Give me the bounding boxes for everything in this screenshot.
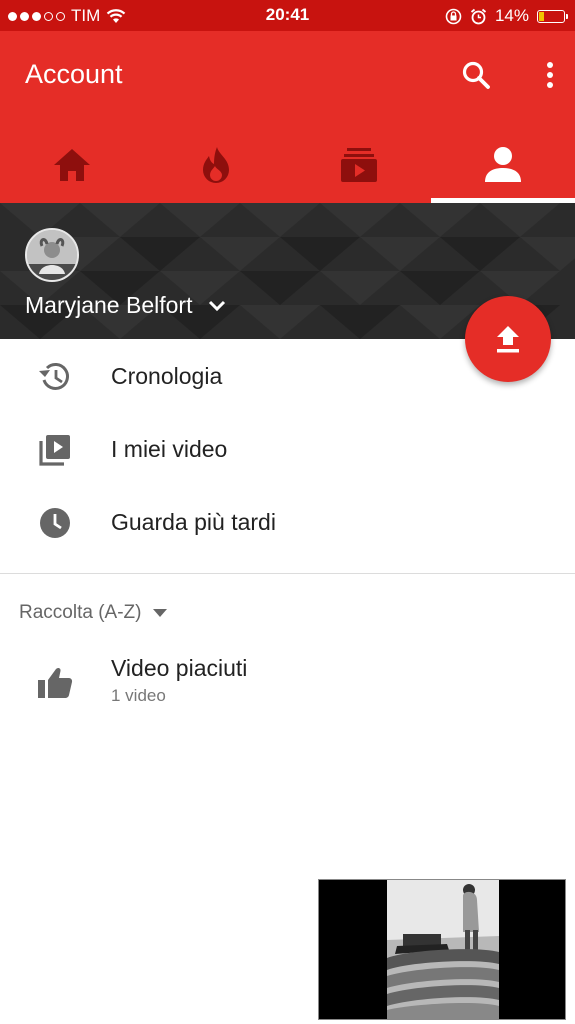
battery-icon (537, 9, 568, 23)
tab-trending[interactable] (144, 127, 288, 203)
menu-item-label: Guarda più tardi (111, 509, 276, 535)
my-videos-icon (38, 433, 72, 467)
mini-player-video (387, 880, 499, 1019)
account-icon (485, 147, 522, 182)
tab-bar (0, 127, 575, 203)
tab-home[interactable] (0, 127, 144, 203)
thumbs-up-icon (37, 666, 73, 705)
account-switcher[interactable]: Maryjane Belfort (25, 292, 226, 319)
menu-item-label: Cronologia (111, 363, 223, 389)
library-sort-dropdown[interactable]: Raccolta (A-Z) (19, 602, 168, 624)
app-bar: Account (0, 31, 575, 203)
divider (0, 573, 575, 574)
history-icon (38, 360, 72, 394)
more-options-button[interactable] (536, 57, 564, 93)
search-button[interactable] (458, 57, 494, 93)
chevron-down-icon (209, 300, 226, 311)
playlist-count: 1 video (111, 686, 166, 705)
rotation-lock-icon (445, 8, 462, 24)
tab-account[interactable] (431, 127, 575, 203)
account-name: Maryjane Belfort (25, 292, 193, 318)
menu-item-history[interactable]: Cronologia (0, 340, 575, 413)
subscriptions-icon (341, 148, 378, 182)
tab-subscriptions[interactable] (288, 127, 432, 203)
library-header: Raccolta (A-Z) (19, 602, 142, 623)
status-right: 14% (445, 6, 568, 26)
menu-item-my-videos[interactable]: I miei video (0, 413, 575, 486)
avatar-photo (27, 230, 77, 280)
status-bar: TIM 20:41 14% (0, 0, 575, 31)
more-vert-icon (547, 62, 553, 88)
trending-icon (202, 147, 229, 183)
battery-percent: 14% (494, 6, 529, 25)
alarm-icon (470, 8, 487, 24)
playlist-title: Video piaciuti (111, 655, 248, 681)
avatar[interactable] (25, 228, 79, 282)
home-icon (53, 149, 90, 181)
playlist-liked-videos[interactable]: Video piaciuti 1 video (0, 648, 575, 720)
watch-later-icon (38, 506, 72, 540)
menu-item-label: I miei video (111, 436, 228, 462)
dropdown-arrow-icon (153, 609, 168, 617)
menu-item-watch-later[interactable]: Guarda più tardi (0, 486, 575, 559)
page-title: Account (25, 59, 123, 89)
mini-player[interactable] (318, 879, 566, 1020)
search-icon (462, 61, 490, 89)
